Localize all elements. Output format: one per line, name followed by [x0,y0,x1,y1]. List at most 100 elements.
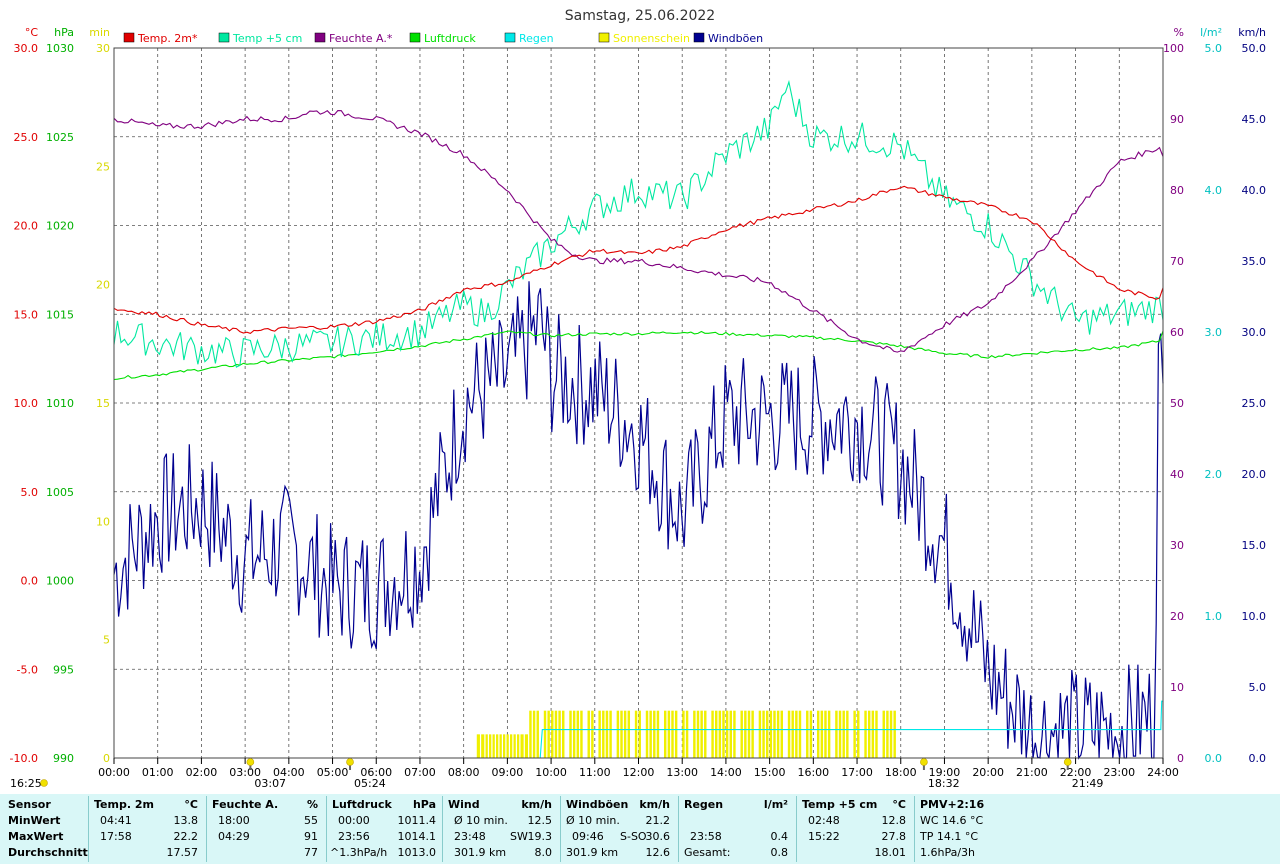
sunshine-bar [798,710,802,758]
x-tick-label: 10:00 [535,766,567,779]
sunshine-bar [733,710,736,758]
stat-max-time: 09:46 [572,830,604,843]
axis-tick-humidity: 30 [1170,539,1184,552]
sunshine-bar [656,710,660,758]
x-tick-label: 12:00 [623,766,655,779]
sunshine-bar [729,710,733,758]
sunshine-bar [674,710,678,758]
sunshine-bar [685,710,689,758]
sunshine-bar [547,710,550,758]
stat-min-time: Ø 10 min. [566,814,620,827]
x-tick-label: 15:00 [754,766,786,779]
x-tick-label: 18:00 [885,766,917,779]
axis-tick-wind: 20.0 [1242,468,1267,481]
x-tick-label: 24:00 [1147,766,1179,779]
axis-tick-humidity: 50 [1170,397,1184,410]
stat-max-value: 0.4 [770,830,789,843]
axis-tick-humidity: 10 [1170,681,1184,694]
axis-tick-humidity: 0 [1177,752,1184,765]
axis-tick-temp: 5.0 [21,486,39,499]
x-tick-label: 13:00 [666,766,698,779]
stat-unit: °C [184,798,198,811]
stat-unit: km/h [521,798,552,811]
sunshine-bar [598,710,601,758]
sunshine-bar [609,710,612,758]
axis-unit-humidity: % [1174,26,1184,39]
x-tick-label: 23:00 [1103,766,1135,779]
sunshine-bar [787,710,791,758]
axis-tick-wind: 45.0 [1242,113,1267,126]
stat-max-direction: S-SO [620,830,647,843]
stat-max-value: 19.3 [527,830,553,843]
sunshine-bar [769,710,773,758]
stat-unit: hPa [412,798,436,811]
sunshine-bar [667,710,671,758]
x-tick-label: 02:00 [186,766,218,779]
sun-marker-icon [920,758,928,766]
stat-max-time: 23:48 [454,830,486,843]
stat-min-time: Ø 10 min. [454,814,508,827]
sunshine-bar [791,710,794,758]
stat-total-value: 0.8 [770,846,789,859]
legend-label: Luftdruck [424,32,476,45]
chart-title: Samstag, 25.06.2022 [565,8,715,24]
legend-swatch [123,32,135,43]
stat-max-value: 91 [304,830,318,843]
sunshine-bar [806,710,809,758]
sunshine-bar [744,710,747,758]
sunshine-bar [882,710,885,758]
axis-tick-humidity: 20 [1170,610,1184,623]
sunshine-bar [740,710,743,758]
sunshine-bar [513,734,516,758]
sunshine-bar [820,710,824,758]
sunshine-bar [700,710,703,758]
sunshine-bar [558,710,561,758]
sunshine-bar [506,734,509,758]
x-tick-label: 00:00 [98,766,130,779]
weather-chart: Samstag, 25.06.2022 °C 30.0 25.0 20.0 15.0 10… [0,0,1280,794]
sunshine-bar [682,710,685,758]
axis-tick-pressure: 1030 [46,42,74,55]
sunshine-bar [627,710,631,758]
axis-tick-temp: 0.0 [21,575,39,588]
sun-marker-icon [346,758,354,766]
sunshine-bar [620,710,623,758]
sunshine-bar [725,710,729,758]
stat-avg-value: 8.0 [534,846,553,859]
x-tick-label: 14:00 [710,766,742,779]
axis-tick-wind: 15.0 [1242,539,1267,552]
axis-tick-sunshine: 30 [96,42,110,55]
sunshine-bar [562,710,565,758]
axis-tick-sunshine: 20 [96,279,110,292]
sunshine-bar [499,734,502,758]
sunshine-bar [864,710,867,758]
sunshine-bar [867,710,871,758]
axis-tick-rain: 5.0 [1205,42,1223,55]
axis-tick-temp: 30.0 [14,42,39,55]
sunshine-bar [481,734,485,758]
stat-unit: l/m² [763,798,788,811]
sunshine-bar [492,734,495,758]
legend-label: Feuchte A.* [329,32,393,45]
x-tick-label: 05:00 [317,766,349,779]
stat-title: Temp +5 cm [802,798,878,811]
x-tick-label: 07:00 [404,766,436,779]
marker-label: 21:49 [1072,777,1104,790]
sunshine-bar [711,710,714,758]
stat-total-label: Gesamt: [684,846,731,859]
stat-min-value: 13.8 [173,814,199,827]
stat-windchill: WC 14.6 °C [920,814,984,827]
stat-luftdruck: Luftdruck hPa 00:00 1011.4 23:56 1014.1 ^1.… [328,794,440,864]
sunshine-bar [824,710,827,758]
axis-tick-rain: 3.0 [1205,326,1223,339]
sunshine-bar [551,710,554,758]
sunshine-bar [704,710,707,758]
corner-time-label: 16:25 [10,777,42,790]
axis-tick-humidity: 80 [1170,184,1184,197]
sunshine-bar [751,710,754,758]
stat-avg-value: 12.6 [645,846,671,859]
sunshine-bar [842,710,845,758]
stat-min-value: 1011.4 [397,814,437,827]
row-label-min: MinWert [8,814,61,827]
sunshine-bar [835,710,838,758]
